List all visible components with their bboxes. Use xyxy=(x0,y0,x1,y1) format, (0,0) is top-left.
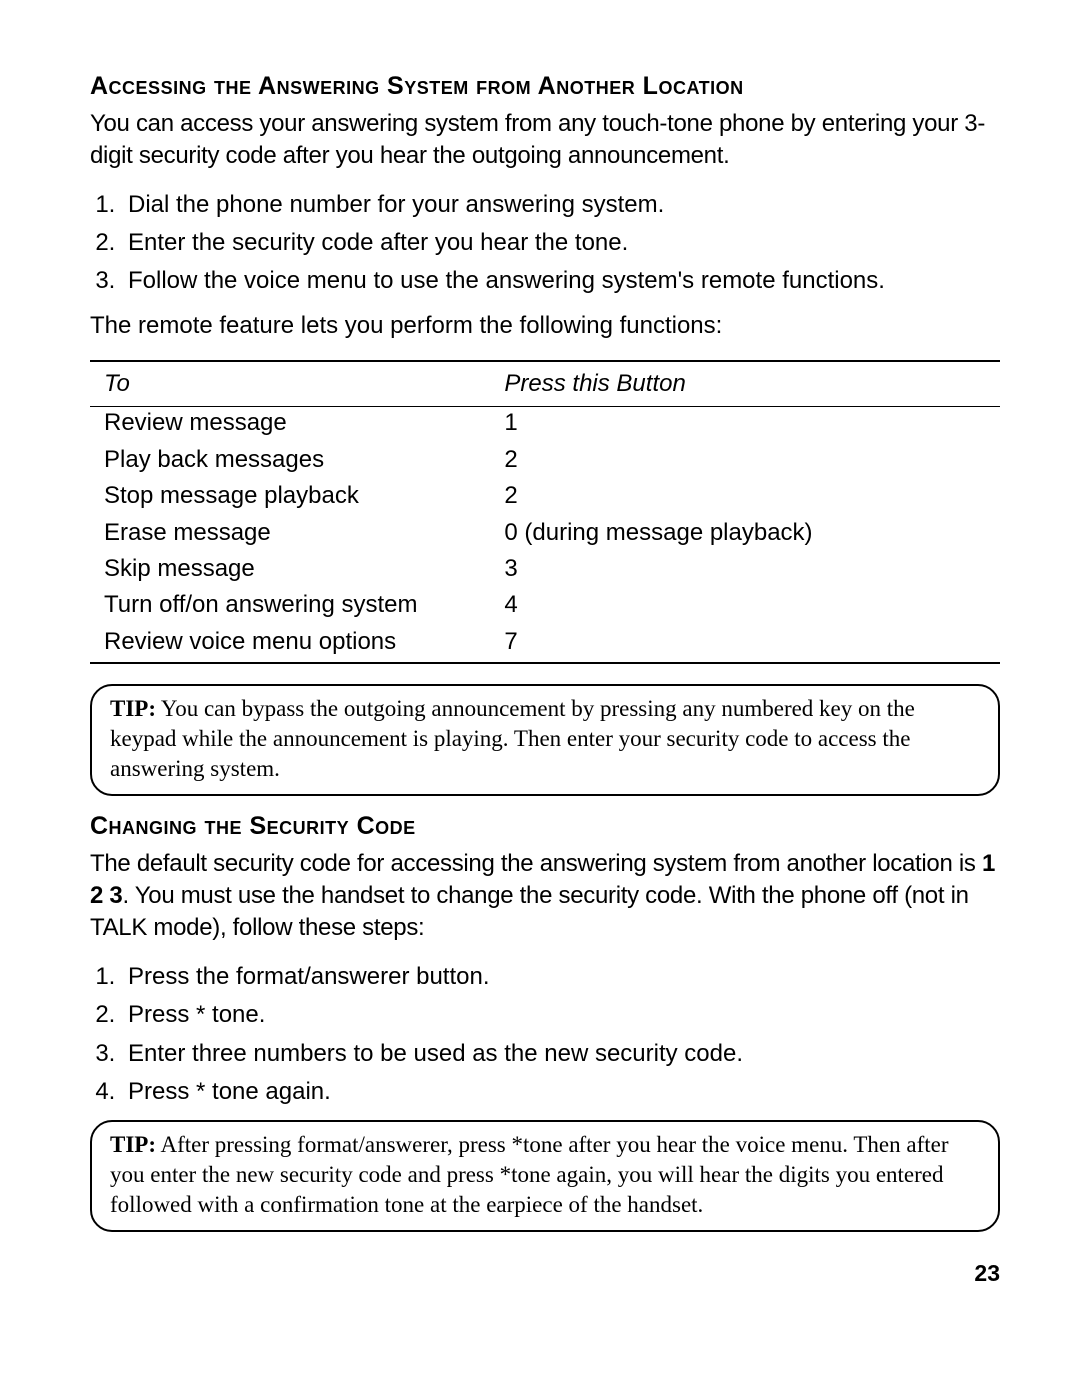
table-cell: Review voice menu options xyxy=(90,626,490,663)
list-item: Follow the voice menu to use the answeri… xyxy=(122,265,1000,297)
table-cell: 2 xyxy=(490,480,1000,516)
intro-post: . You must use the handset to change the… xyxy=(90,882,969,941)
table-cell: 7 xyxy=(490,626,1000,663)
table-cell: Review message xyxy=(90,407,490,444)
intro-accessing: You can access your answering system fro… xyxy=(90,108,1000,173)
table-row: Review message 1 xyxy=(90,407,1000,444)
after-steps-text: The remote feature lets you perform the … xyxy=(90,310,1000,342)
table-row: Skip message 3 xyxy=(90,553,1000,589)
steps-security-code: Press the format/answerer button. Press … xyxy=(90,961,1000,1109)
table-cell: Play back messages xyxy=(90,444,490,480)
table-row: Stop message playback 2 xyxy=(90,480,1000,516)
list-item: Enter three numbers to be used as the ne… xyxy=(122,1038,1000,1070)
tip-label: TIP: xyxy=(110,696,156,721)
table-cell: Erase message xyxy=(90,517,490,553)
table-cell: 0 (during message playback) xyxy=(490,517,1000,553)
list-item: Press * tone. xyxy=(122,999,1000,1031)
heading-security-code: Changing the Security Code xyxy=(90,810,1000,844)
table-header-to: To xyxy=(90,361,490,407)
table-cell: Turn off/on answering system xyxy=(90,589,490,625)
tip-box-bypass: TIP: You can bypass the outgoing announc… xyxy=(90,684,1000,796)
tip-text: After pressing format/answerer, press *t… xyxy=(110,1132,949,1217)
steps-accessing: Dial the phone number for your answering… xyxy=(90,189,1000,298)
table-header-button: Press this Button xyxy=(490,361,1000,407)
tip-text: You can bypass the outgoing announcement… xyxy=(110,696,915,781)
intro-pre: The default security code for accessing … xyxy=(90,850,982,877)
heading-accessing: Accessing the Answering System from Anot… xyxy=(90,70,1000,104)
table-cell: 3 xyxy=(490,553,1000,589)
table-cell: Skip message xyxy=(90,553,490,589)
table-row: Turn off/on answering system 4 xyxy=(90,589,1000,625)
table-row: Review voice menu options 7 xyxy=(90,626,1000,663)
table-row: Erase message 0 (during message playback… xyxy=(90,517,1000,553)
list-item: Dial the phone number for your answering… xyxy=(122,189,1000,221)
list-item: Press * tone again. xyxy=(122,1076,1000,1108)
table-cell: 1 xyxy=(490,407,1000,444)
table-row: Play back messages 2 xyxy=(90,444,1000,480)
tip-box-format-answerer: TIP: After pressing format/answerer, pre… xyxy=(90,1120,1000,1232)
intro-security-code: The default security code for accessing … xyxy=(90,848,1000,945)
list-item: Press the format/answerer button. xyxy=(122,961,1000,993)
table-cell: 4 xyxy=(490,589,1000,625)
list-item: Enter the security code after you hear t… xyxy=(122,227,1000,259)
remote-functions-table: To Press this Button Review message 1 Pl… xyxy=(90,360,1000,664)
table-cell: 2 xyxy=(490,444,1000,480)
page-number: 23 xyxy=(90,1258,1000,1289)
tip-label: TIP: xyxy=(110,1132,156,1157)
table-cell: Stop message playback xyxy=(90,480,490,516)
